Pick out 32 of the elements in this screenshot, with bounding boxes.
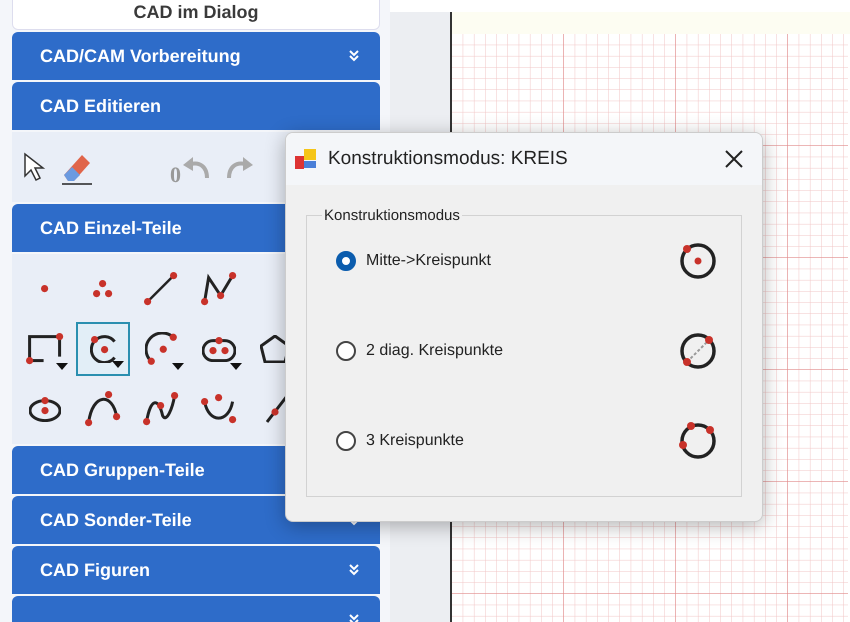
section-title: CAD Gruppen-Teile xyxy=(40,458,205,482)
point-icon xyxy=(40,284,50,294)
section-header[interactable]: CAD Figuren xyxy=(12,546,380,594)
section-title: CAD Einzel-Teile xyxy=(40,216,182,240)
curve-icon xyxy=(84,390,122,428)
rectangle-icon xyxy=(25,332,65,366)
top-panel-button[interactable]: CAD im Dialog xyxy=(12,0,380,30)
section-title: CAD Figuren xyxy=(40,558,150,582)
line-icon xyxy=(266,395,288,423)
radio-option[interactable]: Mitte->Kreispunkt xyxy=(336,249,674,273)
section-title: CAD/CAM Vorbereitung xyxy=(40,44,241,68)
tool-button[interactable] xyxy=(76,322,130,376)
close-icon xyxy=(724,149,744,169)
expand-chevron-icon xyxy=(348,50,360,62)
points-icon xyxy=(92,279,114,299)
spline-icon xyxy=(142,391,180,427)
slot-icon xyxy=(202,336,236,362)
undo-count: 0 xyxy=(170,160,181,188)
pointer-icon[interactable] xyxy=(22,152,46,182)
circle-icon xyxy=(90,334,116,364)
dialog-title: Konstruktionsmodus: KREIS xyxy=(328,146,569,171)
line-icon xyxy=(143,271,179,307)
polyline-icon xyxy=(200,271,238,307)
section-header[interactable]: CAD/CAM Vorbereitung xyxy=(12,32,380,80)
section-header[interactable]: CAD Editieren xyxy=(12,82,380,130)
arc-icon xyxy=(144,332,178,366)
expand-chevron-icon xyxy=(348,564,360,576)
section-title: CAD Sonder-Teile xyxy=(40,508,192,532)
section-title: CAD Editieren xyxy=(40,94,162,118)
wave-icon xyxy=(200,393,238,425)
radio-option[interactable]: 2 diag. Kreispunkte xyxy=(336,339,674,363)
app-icon xyxy=(294,147,318,171)
